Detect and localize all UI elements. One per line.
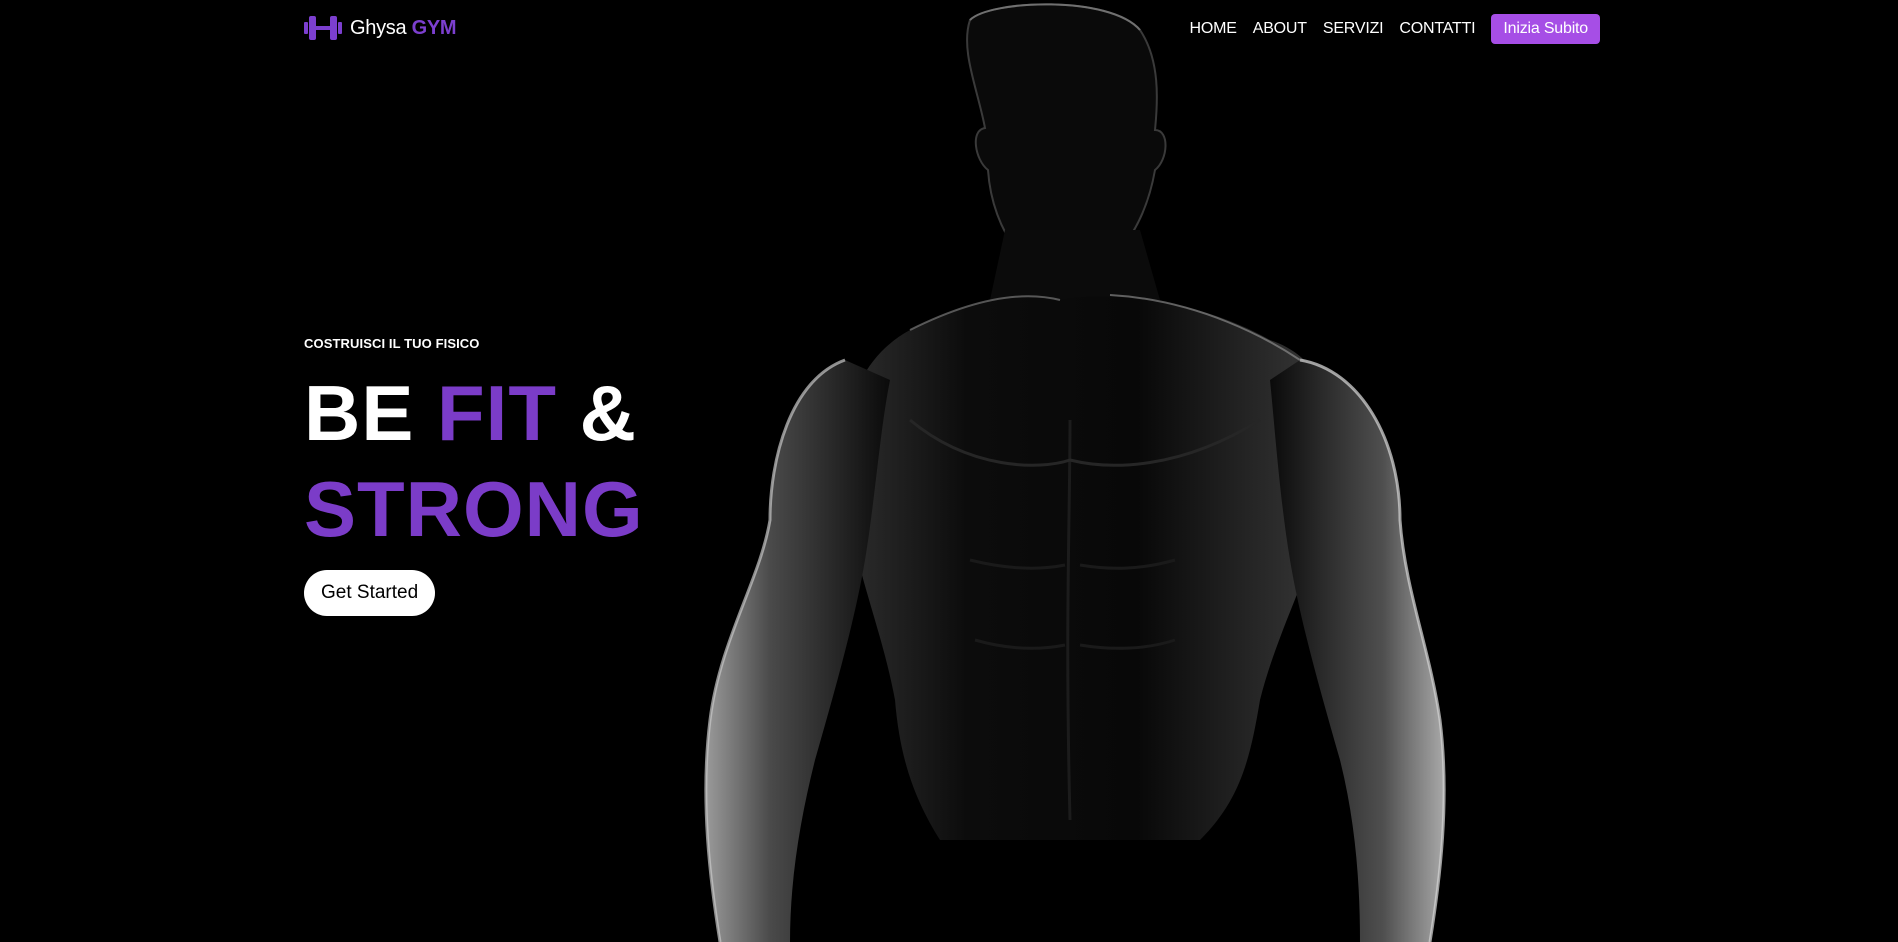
dumbbell-icon xyxy=(304,16,342,40)
inizia-subito-button[interactable]: Inizia Subito xyxy=(1491,14,1600,44)
brand-accent: GYM xyxy=(411,16,457,39)
top-navbar: Ghysa GYM HOME ABOUT SERVIZI CONTATTI In… xyxy=(304,0,1600,56)
nav-menu: HOME ABOUT SERVIZI CONTATTI Inizia Subit… xyxy=(1190,14,1600,44)
headline-word-be: BE xyxy=(304,369,415,457)
hero-athlete-image xyxy=(704,3,1446,942)
nav-link-servizi[interactable]: SERVIZI xyxy=(1323,20,1384,38)
nav-link-contatti[interactable]: CONTATTI xyxy=(1399,20,1475,38)
get-started-button[interactable]: Get Started xyxy=(304,570,436,616)
nav-link-home[interactable]: HOME xyxy=(1190,20,1237,38)
headline-ampersand: & xyxy=(579,369,638,457)
brand-text: Ghysa GYM xyxy=(350,16,457,40)
headline-word-strong: STRONG xyxy=(304,465,644,553)
brand-logo[interactable]: Ghysa GYM xyxy=(304,14,457,42)
hero-headline: BE FIT & STRONG xyxy=(304,365,644,557)
brand-name: Ghysa xyxy=(350,16,407,39)
nav-link-about[interactable]: ABOUT xyxy=(1253,20,1307,38)
headline-word-fit: FIT xyxy=(437,369,557,457)
hero-content: COSTRUISCI IL TUO FISICO BE FIT & STRONG… xyxy=(304,336,644,616)
hero-eyebrow: COSTRUISCI IL TUO FISICO xyxy=(304,336,480,351)
